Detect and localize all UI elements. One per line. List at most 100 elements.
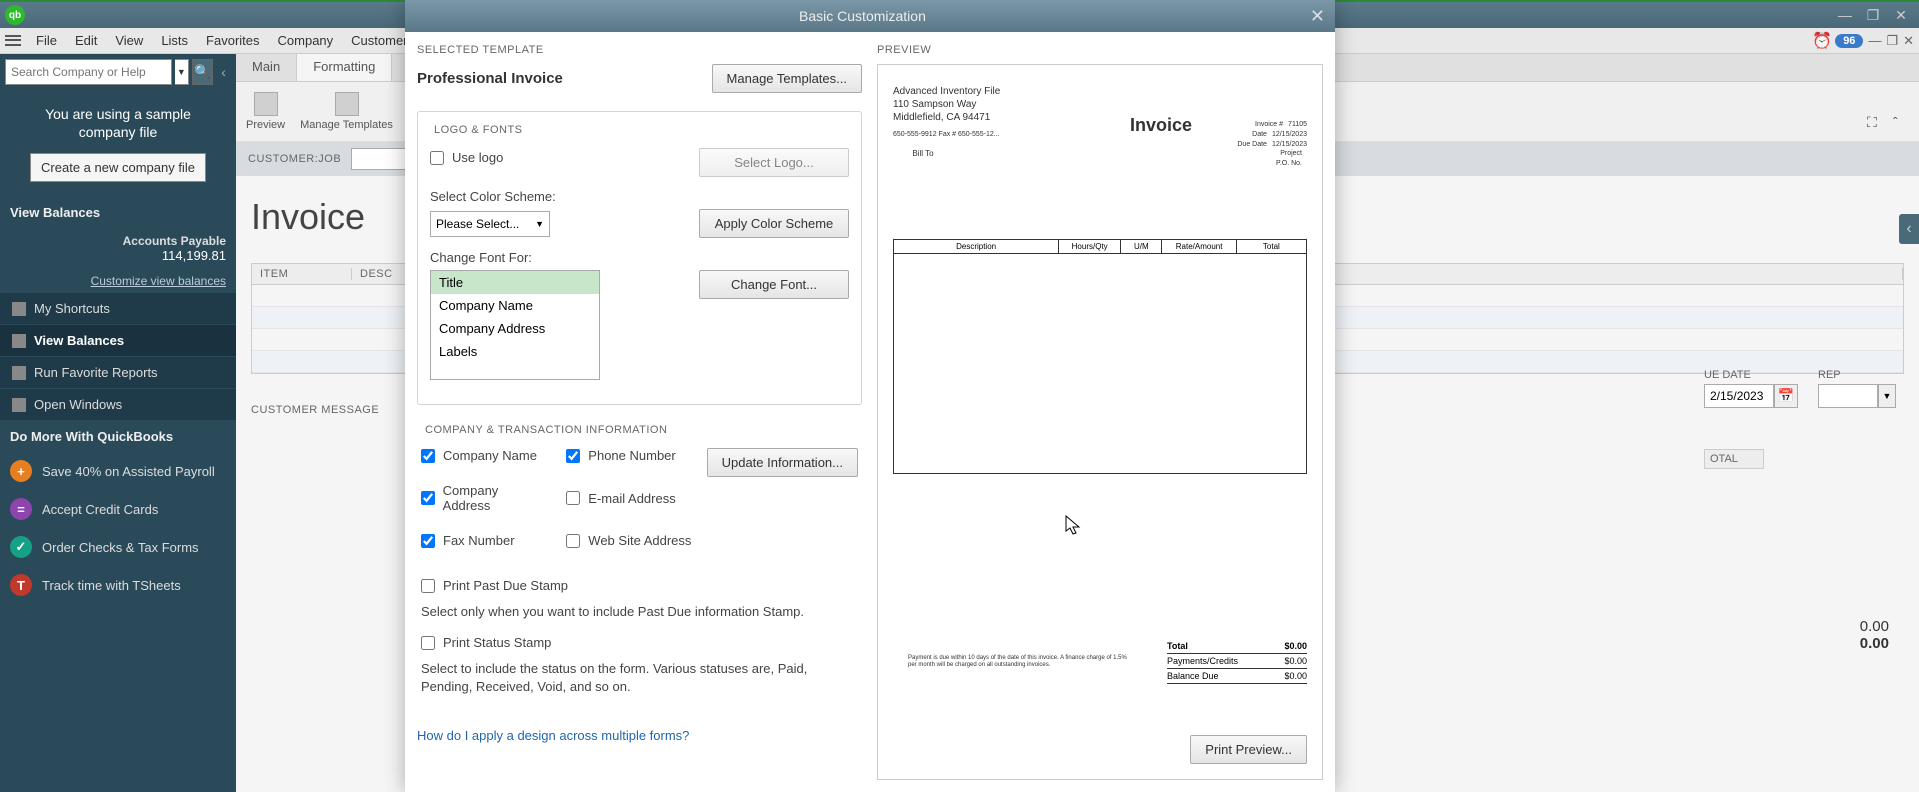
company-info-label: COMPANY & TRANSACTION INFORMATION — [425, 424, 858, 436]
print-preview-button[interactable]: Print Preview... — [1190, 735, 1307, 764]
select-logo-button[interactable]: Select Logo... — [699, 148, 849, 177]
menu-edit[interactable]: Edit — [67, 30, 105, 51]
status-stamp-checkbox[interactable] — [421, 636, 435, 650]
website-checkbox-row[interactable]: Web Site Address — [566, 533, 691, 548]
phone-number-checkbox[interactable] — [566, 449, 580, 463]
expand-icon[interactable]: ⛶ — [1867, 114, 1885, 132]
tab-main[interactable]: Main — [236, 54, 297, 81]
company-name-checkbox[interactable] — [421, 449, 435, 463]
company-name-checkbox-row[interactable]: Company Name — [421, 448, 546, 463]
due-date-label: UE DATE — [1704, 369, 1798, 381]
promo-label: Save 40% on Assisted Payroll — [42, 464, 215, 479]
phone-number-checkbox-row[interactable]: Phone Number — [566, 448, 691, 463]
panel-minimize-button[interactable]: — — [1868, 33, 1881, 48]
collapse-sidebar-icon[interactable]: ‹ — [216, 59, 231, 85]
menu-company[interactable]: Company — [270, 30, 342, 51]
update-information-button[interactable]: Update Information... — [707, 448, 858, 477]
use-logo-checkbox-row[interactable]: Use logo — [430, 150, 503, 165]
chevron-down-icon: ▼ — [535, 219, 544, 229]
chevron-up-icon[interactable]: ˆ — [1893, 114, 1911, 132]
toolbar-manage-templates-button[interactable]: Manage Templates — [300, 92, 393, 131]
sample-notice-line2: company file — [10, 123, 226, 141]
sidebar-item-run-reports[interactable]: Run Favorite Reports — [0, 357, 236, 389]
fax-number-checkbox[interactable] — [421, 534, 435, 548]
customer-job-label: CUSTOMER:JOB — [248, 153, 341, 165]
menu-file[interactable]: File — [28, 30, 65, 51]
promo-label: Order Checks & Tax Forms — [42, 540, 199, 555]
plus-icon: + — [10, 460, 32, 482]
right-panel-expand-handle[interactable]: ‹ — [1899, 214, 1919, 244]
total-column-header: OTAL — [1704, 449, 1764, 469]
maximize-button[interactable]: ❐ — [1863, 7, 1883, 23]
close-window-button[interactable]: ✕ — [1891, 7, 1911, 23]
sidebar-item-my-shortcuts[interactable]: My Shortcuts — [0, 293, 236, 325]
sidebar-item-open-windows[interactable]: Open Windows — [0, 389, 236, 421]
col-item: ITEM — [252, 268, 352, 280]
use-logo-checkbox[interactable] — [430, 151, 444, 165]
promo-credit-cards[interactable]: =Accept Credit Cards — [0, 490, 236, 528]
preview-table: Description Hours/Qty U/M Rate/Amount To… — [893, 239, 1307, 474]
invoice-totals: 0.00 0.00 — [1860, 618, 1889, 652]
calendar-icon[interactable]: 📅 — [1774, 384, 1798, 408]
apply-color-scheme-button[interactable]: Apply Color Scheme — [699, 209, 849, 238]
checkbox-label: Print Status Stamp — [443, 635, 551, 650]
website-checkbox[interactable] — [566, 534, 580, 548]
status-stamp-checkbox-row[interactable]: Print Status Stamp — [421, 635, 858, 650]
panel-restore-button[interactable]: ❐ — [1886, 33, 1898, 49]
font-option-labels[interactable]: Labels — [431, 340, 599, 363]
promo-tsheets[interactable]: TTrack time with TSheets — [0, 566, 236, 604]
search-button[interactable]: 🔍 — [192, 59, 213, 85]
font-option-title[interactable]: Title — [431, 271, 599, 294]
tab-formatting[interactable]: Formatting — [297, 54, 392, 81]
customize-balances-link[interactable]: Customize view balances — [0, 269, 236, 293]
promo-checks[interactable]: ✓Order Checks & Tax Forms — [0, 528, 236, 566]
total-line1: 0.00 — [1860, 618, 1889, 635]
preview-totals: Total$0.00 Payments/Credits$0.00 Balance… — [1167, 639, 1307, 684]
color-scheme-select[interactable]: Please Select... ▼ — [430, 211, 550, 237]
font-option-company-address[interactable]: Company Address — [431, 317, 599, 340]
past-due-checkbox[interactable] — [421, 579, 435, 593]
past-due-checkbox-row[interactable]: Print Past Due Stamp — [421, 578, 858, 593]
checkbox-label: Web Site Address — [588, 533, 691, 548]
balance-accounts-payable: Accounts Payable 114,199.81 — [0, 228, 236, 269]
preview-bill-to: Bill To — [893, 149, 953, 159]
promo-payroll[interactable]: + Save 40% on Assisted Payroll — [0, 452, 236, 490]
total-label: Balance Due — [1167, 671, 1219, 681]
font-option-company-name[interactable]: Company Name — [431, 294, 599, 317]
toolbar-preview-button[interactable]: Preview — [246, 92, 285, 131]
help-link[interactable]: How do I apply a design across multiple … — [417, 728, 689, 743]
search-dropdown-toggle[interactable]: ▼ — [175, 59, 189, 85]
manage-templates-button[interactable]: Manage Templates... — [712, 64, 862, 93]
rep-dropdown-toggle[interactable]: ▼ — [1878, 384, 1896, 408]
total-value: $0.00 — [1284, 656, 1307, 666]
total-value: $0.00 — [1284, 641, 1307, 651]
menu-view[interactable]: View — [107, 30, 151, 51]
company-address-checkbox-row[interactable]: Company Address — [421, 483, 546, 513]
menu-lists[interactable]: Lists — [153, 30, 196, 51]
panel-close-button[interactable]: ✕ — [1903, 33, 1914, 49]
email-address-checkbox-row[interactable]: E-mail Address — [566, 483, 691, 513]
close-modal-button[interactable]: ✕ — [1310, 6, 1325, 27]
company-address-checkbox[interactable] — [421, 491, 435, 505]
sample-notice-line1: You are using a sample — [10, 105, 226, 123]
create-company-button[interactable]: Create a new company file — [30, 153, 206, 182]
preview-icon — [254, 92, 278, 116]
checkbox-label: E-mail Address — [588, 491, 675, 506]
search-input[interactable] — [5, 59, 172, 85]
minimize-button[interactable]: — — [1835, 7, 1855, 23]
rep-input[interactable] — [1818, 384, 1878, 408]
past-due-help-text: Select only when you want to include Pas… — [421, 603, 858, 621]
due-date-input[interactable] — [1704, 384, 1774, 408]
email-address-checkbox[interactable] — [566, 491, 580, 505]
menu-favorites[interactable]: Favorites — [198, 30, 267, 51]
font-target-list[interactable]: Title Company Name Company Address Label… — [430, 270, 600, 380]
star-icon — [12, 302, 26, 316]
meta-label: Invoice # — [1255, 120, 1283, 130]
modal-title: Basic Customization — [415, 8, 1310, 24]
reminders-badge[interactable]: ⏰ 96 — [1812, 31, 1863, 51]
checkbox-label: Print Past Due Stamp — [443, 578, 568, 593]
sidebar-item-view-balances[interactable]: View Balances — [0, 325, 236, 357]
fax-number-checkbox-row[interactable]: Fax Number — [421, 533, 546, 548]
change-font-button[interactable]: Change Font... — [699, 270, 849, 299]
hamburger-icon[interactable] — [5, 34, 21, 48]
